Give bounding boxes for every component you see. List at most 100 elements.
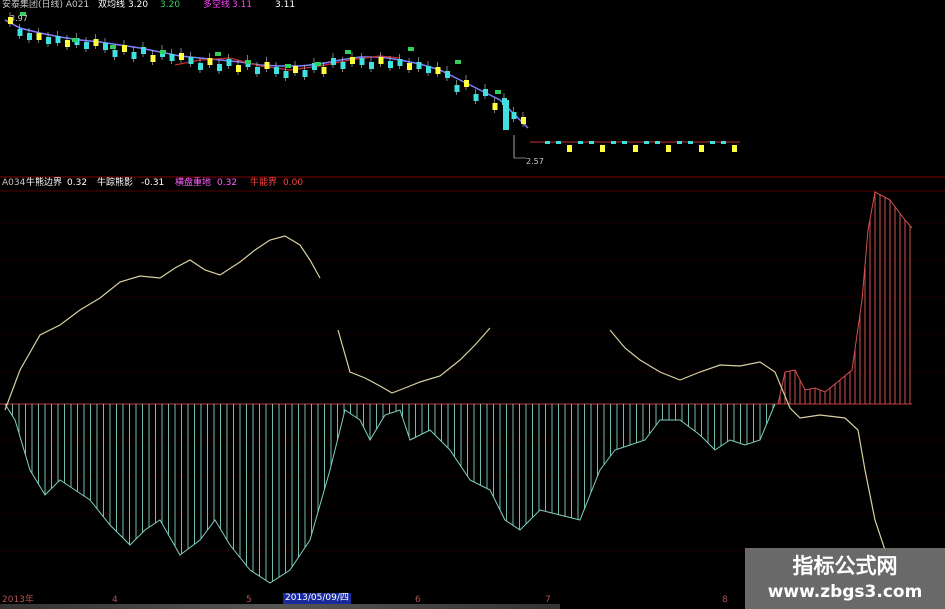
candle-body <box>274 67 279 74</box>
price-panel-header: 安泰集团(日线) A021 双均线 3.20 3.20 多空线 3.11 3.1… <box>0 0 945 12</box>
green-marker <box>315 62 321 66</box>
candle-body <box>611 141 616 144</box>
candle-body <box>644 141 649 144</box>
candle-body <box>732 145 737 152</box>
candle-body <box>677 141 682 144</box>
candle-body <box>369 62 374 69</box>
candle-body <box>169 54 175 61</box>
candle-body <box>545 141 550 144</box>
candle-body <box>150 55 156 62</box>
candle-body <box>633 145 638 152</box>
indicator-item3-label: 横盘重地 <box>175 178 212 188</box>
candle-body <box>293 66 298 73</box>
candle-body <box>378 57 384 64</box>
indicator-chart <box>4 191 913 584</box>
candle-body <box>331 58 336 65</box>
candle-body <box>666 145 671 152</box>
green-marker <box>245 60 251 64</box>
candle-body <box>179 53 184 60</box>
green-marker <box>495 90 501 94</box>
candle-body <box>188 57 194 64</box>
candle-body <box>264 62 270 69</box>
candle-body <box>721 141 726 144</box>
indicator-item2-value: -0.31 <box>141 178 165 188</box>
candle-body <box>435 67 441 74</box>
candle-body <box>226 59 232 66</box>
trend-curve <box>4 235 321 411</box>
selected-date-label: 2013/05/09/四 <box>283 593 351 604</box>
long-line-label: 多空线 <box>203 0 231 10</box>
watermark-url: www.zbgs3.com <box>767 582 923 602</box>
candle-body <box>567 145 572 152</box>
candle-body <box>483 89 488 96</box>
axis-month-tick: 8 <box>722 595 728 605</box>
candle-body <box>416 62 422 69</box>
candle-body <box>445 71 450 78</box>
candle-body <box>492 103 498 110</box>
indicator-item3-value: 0.32 <box>217 178 238 188</box>
candle-body <box>112 50 118 57</box>
candle-body <box>27 33 32 40</box>
candle-body <box>340 62 346 69</box>
candle-body <box>578 141 583 144</box>
candle-body <box>407 63 412 70</box>
candle-body <box>236 65 241 72</box>
candle-body <box>122 45 127 52</box>
candle-body <box>655 141 660 144</box>
candle-body <box>622 141 627 144</box>
extra-value: 3.11 <box>275 0 296 10</box>
stock-chart-window: 安泰集团(日线) A021 双均线 3.20 3.20 多空线 3.11 3.1… <box>0 0 945 609</box>
candle-body <box>321 67 327 74</box>
scroll-strip[interactable] <box>0 604 560 609</box>
candle-body <box>511 112 517 119</box>
candle-body <box>454 85 460 92</box>
chart-canvas[interactable] <box>0 0 945 609</box>
candle-body <box>350 57 355 64</box>
candle-body <box>359 58 365 65</box>
indicator-panel-header: A034 牛熊边界 0.32 牛踪熊影 -0.31 横盘重地 0.32 牛能界 … <box>0 178 945 190</box>
candle-body <box>283 71 289 78</box>
watermark-title: 指标公式网 <box>792 554 898 578</box>
trend-curve <box>337 327 491 394</box>
indicator-name: A034 <box>2 178 26 188</box>
indicator-item4-label: 牛能界 <box>250 178 278 188</box>
price-chart <box>4 12 740 159</box>
candle-body <box>17 29 23 36</box>
bull-outline <box>777 191 913 405</box>
stock-title: 安泰集团(日线) A021 <box>2 0 90 10</box>
candle-body <box>426 66 431 73</box>
candle-body <box>473 94 479 101</box>
candle-body <box>84 42 89 49</box>
high-price-label: 3.97 <box>10 14 28 23</box>
candle-body <box>710 141 715 144</box>
trend-curve <box>609 329 886 551</box>
indicator-item4-value: 0.00 <box>283 178 304 188</box>
candle-body <box>55 36 61 43</box>
candle-body <box>103 43 108 50</box>
long-line-value: 3.11 <box>232 0 253 10</box>
watermark-badge: 指标公式网 www.zbgs3.com <box>745 548 945 609</box>
indicator-item2-label: 牛踪熊影 <box>97 178 134 188</box>
candle-body <box>302 70 308 77</box>
green-marker <box>160 50 166 54</box>
candle-body <box>207 58 213 65</box>
candle-body <box>397 59 403 66</box>
candle-body <box>556 141 561 144</box>
ma2-value: 3.20 <box>160 0 181 10</box>
ma-label: 双均线 <box>98 0 126 10</box>
green-marker <box>345 50 351 54</box>
candle-body <box>589 141 594 144</box>
candle-body <box>198 63 203 70</box>
drop-candle <box>503 100 509 130</box>
candle-body <box>600 145 605 152</box>
candle-body <box>65 40 70 47</box>
ma-value: 3.20 <box>128 0 149 10</box>
green-marker <box>408 47 414 51</box>
candle-body <box>36 33 42 40</box>
candle-body <box>46 37 51 44</box>
green-marker <box>215 52 221 56</box>
green-marker <box>110 45 116 49</box>
candle-body <box>255 67 260 74</box>
indicator-item1-value: 0.32 <box>67 178 88 188</box>
indicator-item1-label: 牛熊边界 <box>26 178 63 188</box>
